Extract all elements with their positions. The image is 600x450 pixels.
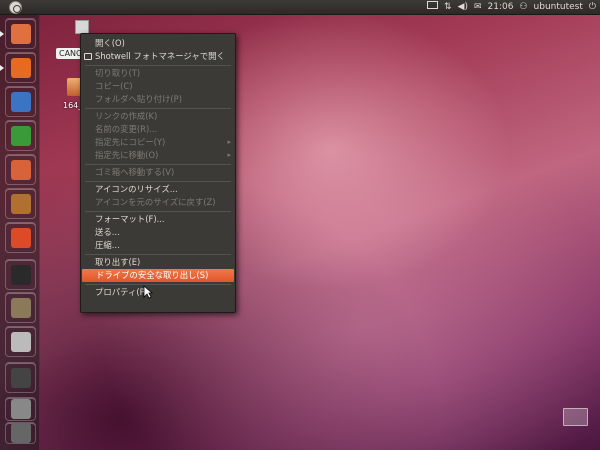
launcher-item-trash[interactable] (5, 422, 36, 444)
ubuntu-one-icon (10, 227, 31, 248)
camera-icon (10, 331, 31, 352)
running-indicator-icon (0, 31, 4, 37)
shotwell-icon (84, 53, 92, 60)
menu-item: アイコンを元のサイズに戻す(Z) (81, 196, 235, 209)
launcher-item-home-folder[interactable] (5, 18, 36, 49)
menu-item-label: 開く(O) (95, 38, 125, 48)
launcher-item-ubuntu-one[interactable] (5, 222, 36, 253)
menu-separator (85, 64, 231, 66)
launcher-item-usb-drive[interactable] (5, 397, 36, 421)
trash-icon (10, 423, 31, 443)
menu-item-label: ゴミ箱へ移動する(V) (95, 167, 175, 177)
menu-item-label: 切り取り(T) (95, 68, 141, 78)
menu-item[interactable]: アイコンのリサイズ... (81, 183, 235, 196)
menu-item-label: プロパティ(P) (95, 287, 148, 297)
menu-item: ゴミ箱へ移動する(V) (81, 166, 235, 179)
ubuntu-software-center-icon (10, 193, 31, 214)
launcher-item-writer[interactable] (5, 86, 36, 117)
clock[interactable]: 21:06 (488, 0, 514, 15)
menu-separator (85, 283, 231, 285)
launcher-item-gimp[interactable] (5, 292, 36, 323)
menu-item-label: アイコンのリサイズ... (95, 184, 178, 194)
menu-item: 切り取り(T) (81, 67, 235, 80)
terminal-icon (10, 264, 31, 285)
launcher-item-firefox[interactable] (5, 52, 36, 83)
menu-item: 指定先に移動(O) ▸ (81, 149, 235, 162)
username[interactable]: ubuntutest (534, 0, 583, 15)
menu-separator (85, 210, 231, 212)
menu-item[interactable]: フォーマット(F)... (81, 213, 235, 226)
menu-item-label: アイコンを元のサイズに戻す(Z) (95, 197, 216, 207)
menu-item[interactable]: 送る... (81, 226, 235, 239)
menu-item[interactable]: Shotwell フォトマネージャで開く (81, 50, 235, 63)
menu-item: 指定先にコピー(Y) ▸ (81, 136, 235, 149)
launcher-item-terminal[interactable] (5, 259, 36, 290)
libreoffice-impress-icon (10, 159, 31, 180)
submenu-arrow-icon: ▸ (227, 138, 231, 146)
menu-separator (85, 253, 231, 255)
menu-item-label: フォーマット(F)... (95, 214, 165, 224)
gimp-icon (10, 297, 31, 318)
usb-drive-icon (10, 399, 31, 419)
launcher-item-workspace[interactable] (5, 362, 36, 393)
workspace-icon (10, 367, 31, 388)
context-menu: 開く(O) Shotwell フォトマネージャで開く 切り取り(T) コピー(C) フォ… (80, 33, 236, 313)
mail-icon[interactable]: ✉ (474, 0, 482, 15)
menu-item: フォルダへ貼り付け(P) (81, 93, 235, 106)
menu-item[interactable]: プロパティ(P) (81, 286, 235, 299)
user-icon[interactable]: ⚇ (519, 0, 527, 15)
launcher (0, 15, 40, 450)
workspace-switcher[interactable] (563, 408, 588, 426)
menu-item[interactable]: 取り出す(E) (81, 256, 235, 269)
libreoffice-writer-icon (10, 91, 31, 112)
menu-item-label: 取り出す(E) (95, 257, 141, 267)
menu-item-label: 指定先にコピー(Y) (95, 137, 166, 147)
libreoffice-calc-icon (10, 125, 31, 146)
menu-item: コピー(C) (81, 80, 235, 93)
menu-item-label: リンクの作成(K) (95, 111, 158, 121)
mouse-cursor-icon (143, 285, 153, 299)
launcher-item-software-center[interactable] (5, 188, 36, 219)
menu-item-label: コピー(C) (95, 81, 133, 91)
firefox-icon (10, 57, 31, 78)
menu-item: リンクの作成(K) (81, 110, 235, 123)
launcher-item-impress[interactable] (5, 154, 36, 185)
launcher-item-calc[interactable] (5, 120, 36, 151)
running-indicator-icon (0, 65, 4, 71)
folder-icon[interactable] (67, 78, 81, 96)
menu-item-label: フォルダへ貼り付け(P) (95, 94, 182, 104)
menu-item[interactable]: 圧縮... (81, 239, 235, 252)
keyboard-indicator-icon[interactable] (426, 0, 438, 15)
menu-item-label: ドライブの安全な取り出し(S) (96, 270, 209, 280)
menu-item-label: 指定先に移動(O) (95, 150, 159, 160)
top-panel: ⇅ ◀) ✉ 21:06 ⚇ ubuntutest ⏻ (0, 0, 600, 15)
dash-home-button[interactable] (9, 1, 22, 14)
menu-item[interactable]: 開く(O) (81, 37, 235, 50)
submenu-arrow-icon: ▸ (227, 151, 231, 159)
menu-separator (85, 163, 231, 165)
menu-item-label: 送る... (95, 227, 120, 237)
volume-icon[interactable]: ◀) (458, 0, 468, 15)
home-folder-icon (10, 23, 31, 44)
menu-item-label: 圧縮... (95, 240, 120, 250)
indicator-area: ⇅ ◀) ✉ 21:06 ⚇ ubuntutest ⏻ (426, 0, 596, 15)
usb-drive-icon[interactable] (75, 20, 89, 34)
power-icon[interactable]: ⏻ (589, 0, 596, 15)
menu-item: 名前の変更(R)... (81, 123, 235, 136)
menu-item-label: 名前の変更(R)... (95, 124, 158, 134)
launcher-item-screenshot[interactable] (5, 326, 36, 357)
network-icon[interactable]: ⇅ (444, 0, 452, 15)
menu-item[interactable]: ドライブの安全な取り出し(S) (82, 269, 234, 282)
menu-item-label: Shotwell フォトマネージャで開く (95, 51, 225, 61)
menu-separator (85, 107, 231, 109)
menu-separator (85, 180, 231, 182)
